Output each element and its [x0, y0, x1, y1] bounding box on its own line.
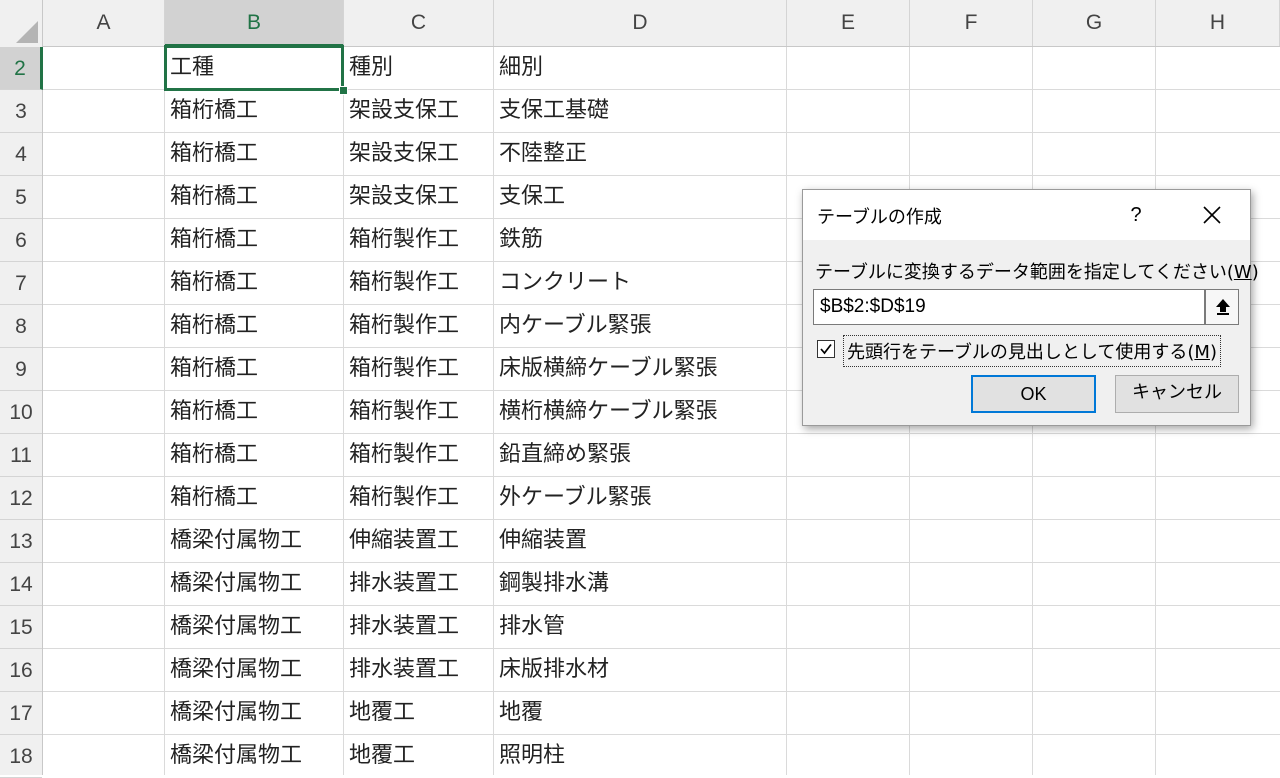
- cell-c[interactable]: 架設支保工: [343, 90, 459, 132]
- row-header[interactable]: 17: [0, 692, 42, 735]
- close-x-icon: [1203, 206, 1221, 224]
- cell-b[interactable]: 橋梁付属物工: [164, 692, 302, 734]
- row-header[interactable]: 3: [0, 90, 42, 133]
- header-row-checkbox[interactable]: [817, 340, 835, 358]
- row-header[interactable]: 10: [0, 391, 42, 434]
- close-button[interactable]: [1195, 198, 1229, 232]
- row-header[interactable]: 16: [0, 649, 42, 692]
- column-header-row: A B C D E F G H: [0, 0, 1280, 47]
- cell-b[interactable]: 箱桁橋工: [164, 434, 258, 476]
- cell-b[interactable]: 箱桁橋工: [164, 133, 258, 175]
- cell-d[interactable]: 床版横締ケーブル緊張: [493, 348, 718, 390]
- dialog-title: テーブルの作成: [817, 207, 942, 228]
- cell-d[interactable]: 排水管: [493, 606, 565, 648]
- create-table-dialog: テーブルの作成 ? テーブルに変換するデータ範囲を指定してください(W) $B$…: [802, 189, 1259, 426]
- row-header[interactable]: 2: [0, 47, 43, 90]
- cell-d[interactable]: コンクリート: [493, 262, 631, 304]
- column-header-f[interactable]: F: [910, 0, 1033, 46]
- row-header-column: 2 3 4 5 6 7 8 9 10 11 12 13 14 15 16 17 …: [0, 47, 43, 778]
- cell-c[interactable]: 箱桁製作工: [343, 391, 459, 433]
- cell-d[interactable]: 鉄筋: [493, 219, 543, 261]
- cell-c[interactable]: 箱桁製作工: [343, 305, 459, 347]
- cell-c[interactable]: 箱桁製作工: [343, 434, 459, 476]
- column-header-g[interactable]: G: [1033, 0, 1156, 46]
- row-header[interactable]: 14: [0, 563, 42, 606]
- collapse-dialog-arrow-icon: [1216, 299, 1230, 315]
- cell-b[interactable]: 工種: [164, 47, 214, 89]
- cell-c[interactable]: 伸縮装置工: [343, 520, 459, 562]
- cell-b[interactable]: 橋梁付属物工: [164, 735, 302, 777]
- select-all-triangle-icon: [16, 21, 38, 43]
- dialog-titlebar[interactable]: テーブルの作成 ?: [803, 190, 1250, 240]
- row-header[interactable]: 18: [0, 735, 42, 778]
- fill-handle[interactable]: [339, 86, 348, 95]
- row-header[interactable]: 12: [0, 477, 42, 520]
- cell-d[interactable]: 照明柱: [493, 735, 565, 777]
- collapse-dialog-button[interactable]: [1205, 289, 1239, 325]
- cell-d[interactable]: 横桁横締ケーブル緊張: [493, 391, 718, 433]
- cell-b[interactable]: 箱桁橋工: [164, 477, 258, 519]
- cell-c[interactable]: 箱桁製作工: [343, 477, 459, 519]
- cell-d[interactable]: 外ケーブル緊張: [493, 477, 652, 519]
- cell-c[interactable]: 種別: [343, 47, 393, 89]
- header-row-checkbox-label[interactable]: 先頭行をテーブルの見出しとして使用する(M): [843, 335, 1221, 367]
- cell-b[interactable]: 箱桁橋工: [164, 391, 258, 433]
- cell-d[interactable]: 鉛直締め緊張: [493, 434, 631, 476]
- row-header[interactable]: 4: [0, 133, 42, 176]
- cell-c[interactable]: 排水装置工: [343, 563, 459, 605]
- cell-b[interactable]: 橋梁付属物工: [164, 520, 302, 562]
- column-header-h[interactable]: H: [1156, 0, 1280, 46]
- cell-d[interactable]: 内ケーブル緊張: [493, 305, 652, 347]
- cell-d[interactable]: 鋼製排水溝: [493, 563, 609, 605]
- cell-b[interactable]: 箱桁橋工: [164, 305, 258, 347]
- cell-b[interactable]: 橋梁付属物工: [164, 606, 302, 648]
- cell-c[interactable]: 箱桁製作工: [343, 219, 459, 261]
- cell-d[interactable]: 伸縮装置: [493, 520, 587, 562]
- cell-c[interactable]: 架設支保工: [343, 176, 459, 218]
- row-header[interactable]: 5: [0, 176, 42, 219]
- cancel-button[interactable]: キャンセル: [1115, 375, 1239, 413]
- column-header-c[interactable]: C: [344, 0, 494, 46]
- cell-c[interactable]: 排水装置工: [343, 606, 459, 648]
- row-header[interactable]: 9: [0, 348, 42, 391]
- cell-b[interactable]: 箱桁橋工: [164, 219, 258, 261]
- row-header[interactable]: 6: [0, 219, 42, 262]
- row-header[interactable]: 7: [0, 262, 42, 305]
- cell-b[interactable]: 橋梁付属物工: [164, 649, 302, 691]
- row-header[interactable]: 8: [0, 305, 42, 348]
- cell-d[interactable]: 床版排水材: [493, 649, 609, 691]
- checkmark-icon: [820, 343, 832, 355]
- cell-c[interactable]: 架設支保工: [343, 133, 459, 175]
- cell-b[interactable]: 箱桁橋工: [164, 90, 258, 132]
- cell-c[interactable]: 箱桁製作工: [343, 348, 459, 390]
- row-header[interactable]: 15: [0, 606, 42, 649]
- row-header[interactable]: 13: [0, 520, 42, 563]
- cell-c[interactable]: 箱桁製作工: [343, 262, 459, 304]
- cell-b[interactable]: 橋梁付属物工: [164, 563, 302, 605]
- ok-button[interactable]: OK: [971, 375, 1096, 413]
- cell-c[interactable]: 排水装置工: [343, 649, 459, 691]
- cell-d[interactable]: 支保工基礎: [493, 90, 609, 132]
- help-button[interactable]: ?: [1119, 198, 1153, 232]
- column-header-a[interactable]: A: [43, 0, 165, 46]
- range-input[interactable]: $B$2:$D$19: [813, 289, 1205, 325]
- cell-d[interactable]: 支保工: [493, 176, 565, 218]
- cell-d[interactable]: 地覆: [493, 692, 543, 734]
- cell-b[interactable]: 箱桁橋工: [164, 262, 258, 304]
- column-header-e[interactable]: E: [787, 0, 910, 46]
- cell-b[interactable]: 箱桁橋工: [164, 176, 258, 218]
- range-prompt-label: テーブルに変換するデータ範囲を指定してください(W): [815, 262, 1259, 283]
- cell-d[interactable]: 不陸整正: [493, 133, 587, 175]
- cell-b[interactable]: 箱桁橋工: [164, 348, 258, 390]
- row-header[interactable]: 11: [0, 434, 42, 477]
- cell-c[interactable]: 地覆工: [343, 692, 415, 734]
- cell-d[interactable]: 細別: [493, 47, 543, 89]
- select-all-button[interactable]: [0, 0, 43, 47]
- column-header-b[interactable]: B: [165, 0, 344, 47]
- column-header-d[interactable]: D: [494, 0, 787, 46]
- cell-c[interactable]: 地覆工: [343, 735, 415, 777]
